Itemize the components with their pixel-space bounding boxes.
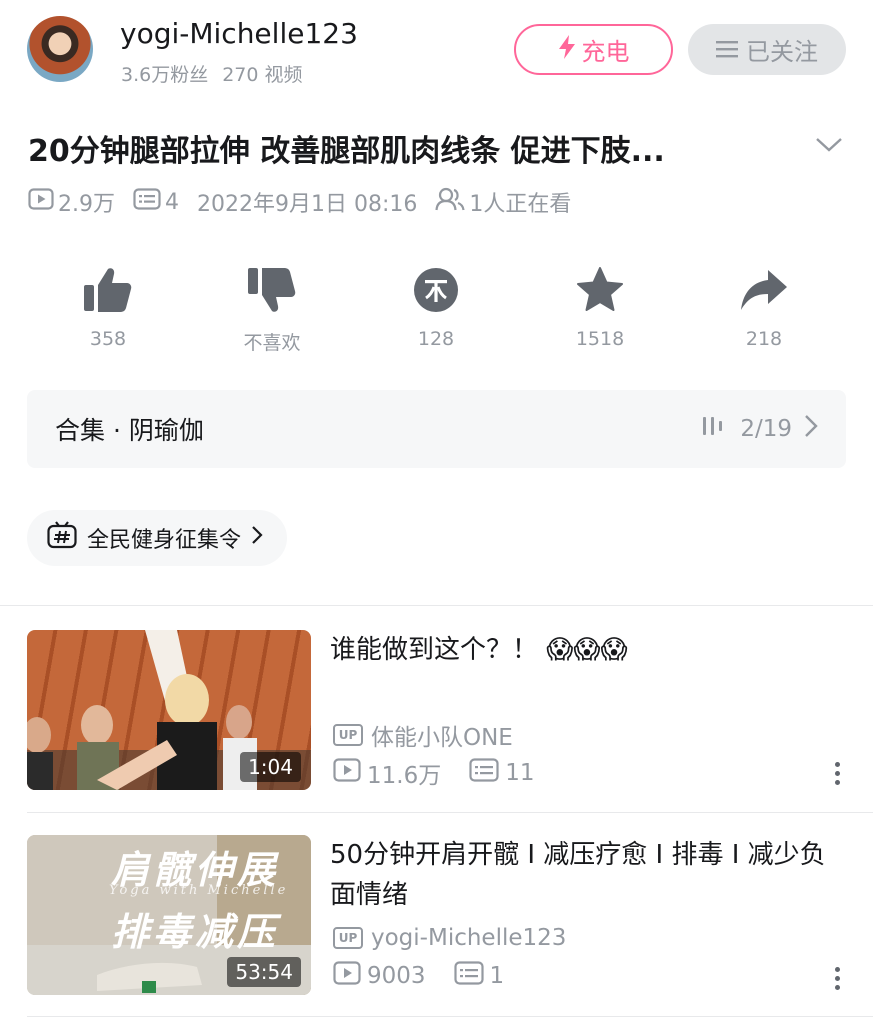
section-divider bbox=[0, 605, 873, 606]
play-icon bbox=[333, 758, 361, 788]
dot bbox=[834, 975, 840, 981]
video-count: 270 视频 bbox=[222, 64, 303, 86]
danmaku-icon bbox=[133, 188, 161, 216]
video-duration: 53:54 bbox=[227, 957, 301, 987]
follow-label: 已关注 bbox=[746, 38, 818, 66]
publish-date: 2022年9月1日 08:16 bbox=[197, 192, 418, 217]
view-count: 11.6万 bbox=[333, 756, 441, 790]
viewers-icon bbox=[435, 187, 465, 217]
related-video-stats: 11.6万 11 bbox=[333, 756, 563, 790]
like-button[interactable]: 358 bbox=[26, 264, 190, 355]
play-icon bbox=[333, 961, 361, 991]
share-icon bbox=[738, 264, 790, 316]
video-duration: 1:04 bbox=[240, 752, 301, 782]
topic-label: 全民健身征集令 bbox=[87, 528, 242, 553]
dot bbox=[834, 984, 840, 990]
dislike-label: 不喜欢 bbox=[243, 332, 301, 354]
menu-lines-icon bbox=[716, 36, 738, 64]
action-bar: 358 不喜欢 128 1518 218 bbox=[26, 264, 846, 355]
uploader-stats: 3.6万粉丝 270 视频 bbox=[121, 60, 303, 87]
dislike-button[interactable]: 不喜欢 bbox=[190, 264, 354, 355]
danmaku-count: 11 bbox=[469, 758, 535, 788]
dot bbox=[834, 761, 840, 767]
list-divider bbox=[27, 812, 873, 813]
coin-icon bbox=[410, 264, 462, 316]
video-meta: 2.9万 4 2022年9月1日 08:16 1人正在看 bbox=[28, 186, 589, 218]
coin-button[interactable]: 128 bbox=[354, 264, 518, 355]
related-video-stats: 9003 1 bbox=[333, 961, 532, 991]
up-badge-icon: UP bbox=[333, 724, 363, 746]
share-button[interactable]: 218 bbox=[682, 264, 846, 355]
related-video-title: 50分钟开肩开髋 I 减压疗愈 I 排毒 I 减少负面情绪 bbox=[330, 840, 826, 910]
danmaku-icon bbox=[453, 961, 484, 991]
video-title: 20分钟腿部拉伸 改善腿部肌肉线条 促进下肢... bbox=[28, 134, 665, 169]
coin-count: 128 bbox=[417, 328, 455, 350]
episode-list-icon bbox=[702, 415, 728, 443]
chevron-down-icon bbox=[815, 137, 843, 157]
topic-icon bbox=[47, 521, 77, 555]
danmaku-icon bbox=[469, 758, 499, 788]
thumbs-down-icon bbox=[246, 264, 298, 316]
related-video-uploader: UP yogi-Michelle123 bbox=[333, 925, 566, 951]
favorite-button[interactable]: 1518 bbox=[518, 264, 682, 355]
up-badge-icon: UP bbox=[333, 927, 363, 949]
view-count: 9003 bbox=[333, 961, 426, 991]
uploader-name[interactable]: yogi-Michelle123 bbox=[120, 17, 358, 50]
charge-label: 充电 bbox=[581, 38, 630, 66]
related-video-title: 谁能做到这个？！ 😱😱😱 bbox=[330, 635, 628, 665]
thumbnail-headline-2: 排毒减压 bbox=[111, 909, 280, 954]
list-divider bbox=[27, 1016, 873, 1017]
danmaku-count: 1 bbox=[453, 961, 504, 991]
like-count: 358 bbox=[89, 328, 127, 350]
danmaku-count: 4 bbox=[133, 188, 179, 216]
chevron-right-icon bbox=[251, 525, 263, 551]
video-thumbnail[interactable]: 1:04 bbox=[27, 630, 311, 790]
watching-count: 1人正在看 bbox=[435, 186, 571, 218]
collection-bar[interactable]: 合集 · 阴瑜伽 2/19 bbox=[27, 390, 846, 468]
more-options-button[interactable] bbox=[827, 963, 847, 993]
play-icon bbox=[28, 188, 54, 216]
thumbnail-subtitle: Yoga with Michelle bbox=[109, 883, 289, 898]
related-video-uploader: UP 体能小队ONE bbox=[333, 718, 513, 752]
star-icon bbox=[574, 264, 626, 316]
share-count: 218 bbox=[745, 328, 783, 350]
collection-progress-group: 2/19 bbox=[702, 414, 818, 444]
dot bbox=[834, 779, 840, 785]
collection-title: 合集 · 阴瑜伽 bbox=[55, 416, 204, 445]
follower-count: 3.6万粉丝 bbox=[121, 64, 209, 86]
related-video-card[interactable]: 肩髋伸展 Yoga with Michelle 排毒减压 53:54 50分钟开… bbox=[27, 835, 847, 995]
video-thumbnail[interactable]: 肩髋伸展 Yoga with Michelle 排毒减压 53:54 bbox=[27, 835, 311, 995]
thumbs-up-icon bbox=[82, 264, 134, 316]
view-count: 2.9万 bbox=[28, 186, 115, 218]
expand-description-button[interactable] bbox=[812, 132, 846, 162]
more-options-button[interactable] bbox=[827, 758, 847, 788]
related-video-card[interactable]: 1:04 谁能做到这个？！ 😱😱😱 UP 体能小队ONE 11.6万 11 bbox=[27, 630, 847, 790]
lightning-icon bbox=[558, 34, 576, 65]
dot bbox=[834, 966, 840, 972]
charge-button[interactable]: 充电 bbox=[514, 24, 673, 75]
collection-progress: 2/19 bbox=[740, 416, 792, 442]
uploader-avatar[interactable] bbox=[27, 16, 93, 82]
topic-tag[interactable]: 全民健身征集令 bbox=[27, 510, 288, 566]
favorite-count: 1518 bbox=[575, 328, 625, 350]
chevron-right-icon bbox=[804, 414, 818, 444]
follow-button[interactable]: 已关注 bbox=[688, 24, 846, 75]
dot bbox=[834, 770, 840, 776]
